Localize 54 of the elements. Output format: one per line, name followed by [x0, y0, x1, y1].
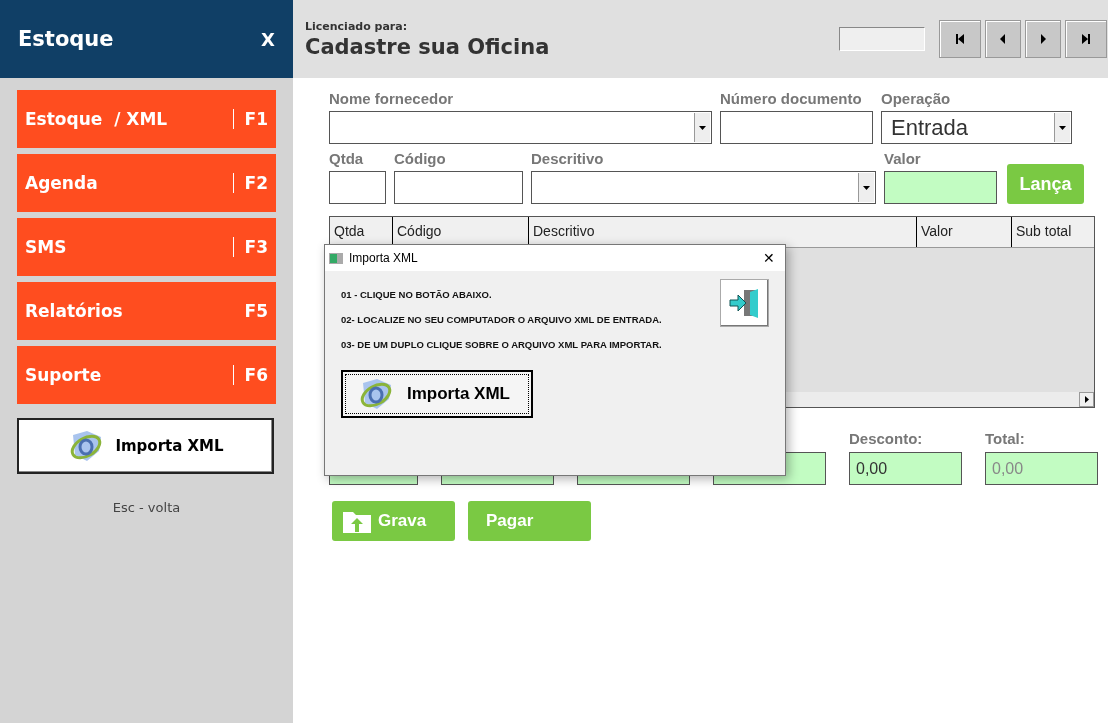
skip-last-icon: [1079, 32, 1093, 46]
instruction-text: 02- LOCALIZE NO SEU COMPUTADOR O ARQUIVO XML DE ENTRADA.: [341, 314, 663, 325]
field-label: Qtda: [329, 150, 365, 167]
license-name: Cadastre sua Oficina: [305, 34, 550, 59]
menu-item[interactable]: Suporte F6: [17, 346, 276, 404]
dropdown-button[interactable]: [1054, 113, 1070, 142]
dropdown-field[interactable]: [329, 111, 712, 144]
total-field[interactable]: 0,00: [985, 452, 1098, 485]
input-field[interactable]: [720, 111, 873, 144]
license-label: Licenciado para:: [305, 19, 409, 33]
import-xml-button[interactable]: Importa XML: [341, 370, 533, 418]
menu-item[interactable]: SMS F3: [17, 218, 276, 276]
dropdown-field[interactable]: Entrada: [881, 111, 1072, 144]
close-button[interactable]: X: [261, 28, 275, 50]
add-button[interactable]: Lança: [1007, 164, 1084, 204]
nav-button[interactable]: [1065, 20, 1107, 58]
field-label: Número documento: [720, 90, 863, 107]
dropdown-button[interactable]: [858, 173, 874, 202]
sidebar-title: Estoque: [18, 27, 114, 51]
dropdown-field[interactable]: [531, 171, 876, 204]
dropdown-button[interactable]: [694, 113, 710, 142]
pay-button[interactable]: Pagar: [468, 501, 591, 541]
instruction-text: 03- DE UM DUPLO CLIQUE SOBRE O ARQUIVO XML PARA IMPORTAR.: [341, 339, 663, 350]
input-field[interactable]: [884, 171, 997, 204]
total-label: Desconto:: [849, 430, 923, 447]
column-header: Valor: [917, 217, 1012, 247]
column-header: Sub total: [1015, 222, 1073, 241]
close-button[interactable]: ✕: [757, 250, 781, 266]
save-button[interactable]: Grava: [332, 501, 455, 541]
field-label: Descritivo: [531, 150, 605, 167]
total-label: Total:: [985, 430, 1025, 447]
caret-icon: [863, 185, 870, 190]
nav-button[interactable]: [939, 20, 981, 58]
skip-first-icon: [953, 32, 967, 46]
instruction-text: 01 - CLIQUE NO BOTÃO ABAIXO.: [341, 289, 493, 300]
field-label: Código: [394, 150, 447, 167]
menu-item[interactable]: Relatórios F5: [17, 282, 276, 340]
caret-icon: [699, 125, 706, 130]
dialog-title: Importa XML: [349, 251, 419, 265]
field-label: Operação: [881, 90, 952, 107]
total-field[interactable]: 0,00: [849, 452, 962, 485]
field-label: Nome fornecedor: [329, 90, 455, 107]
menu-item[interactable]: Estoque / XML F1: [17, 90, 276, 148]
input-field[interactable]: [394, 171, 523, 204]
menu-item[interactable]: Agenda F2: [17, 154, 276, 212]
record-field[interactable]: [839, 27, 925, 51]
caret-icon: [1059, 125, 1066, 130]
window-icon: [329, 252, 343, 264]
hint-text: Esc - volta: [111, 500, 182, 515]
import-xml-button[interactable]: Importa XML: [17, 418, 274, 474]
field-label: Valor: [884, 150, 922, 167]
scroll-right-icon: [1084, 396, 1089, 403]
exit-button[interactable]: [720, 279, 769, 327]
input-field[interactable]: [329, 171, 386, 204]
